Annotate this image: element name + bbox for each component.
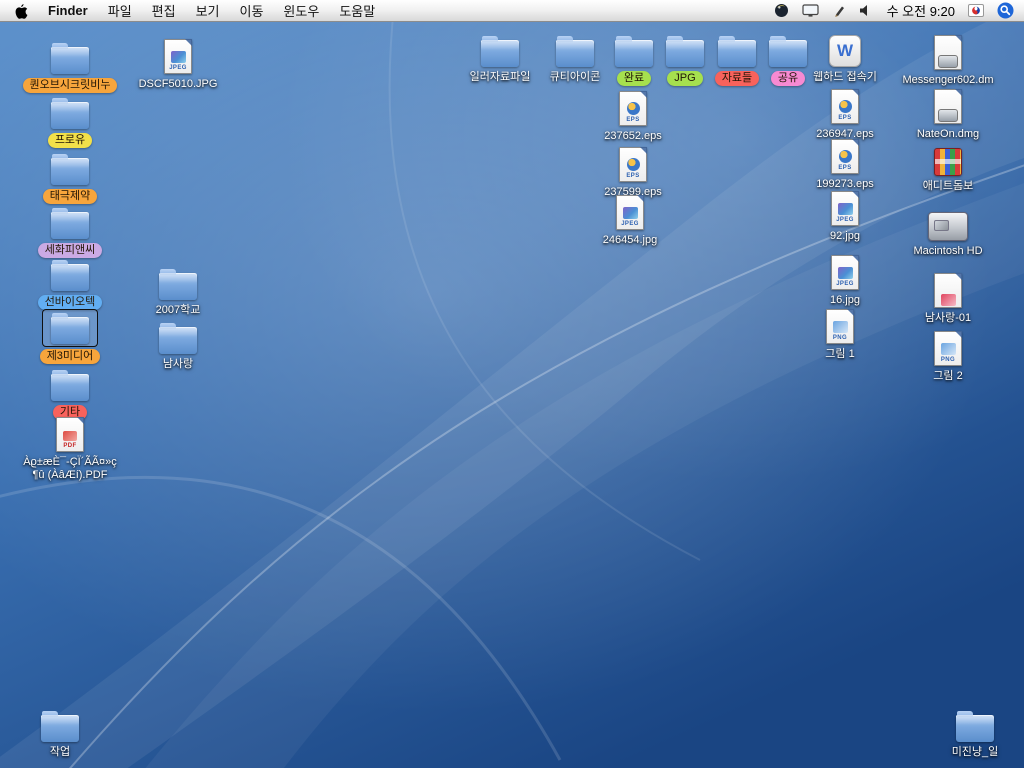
desktop-icon-eps[interactable]: EPS 236947.eps xyxy=(797,88,893,141)
menu-item-0[interactable]: 파일 xyxy=(98,4,142,19)
desktop-icon-eps[interactable]: EPS 237652.eps xyxy=(585,90,681,143)
desktop-icon-dmg[interactable]: NateOn.dmg xyxy=(900,88,996,141)
eps-icon: EPS xyxy=(611,90,655,128)
icon-label: 그림 1 xyxy=(825,348,854,361)
hd-icon xyxy=(920,205,976,243)
icon-label: 237652.eps xyxy=(604,130,662,143)
desktop[interactable]: 퀀오브시크릿비누 프로유 태극제약 세화피앤씨 선바이오텍 제3미디어 기타 P… xyxy=(0,0,1024,768)
icon-label: 프로유 xyxy=(48,133,92,148)
icon-label: 2007학교 xyxy=(156,304,201,317)
appw-icon: W xyxy=(821,31,869,69)
menu-item-4[interactable]: 윈도우 xyxy=(273,4,329,19)
menu-bar: Finder 파일편집보기이동윈도우도움말 xyxy=(0,0,1024,22)
png-icon: PNG xyxy=(926,330,970,368)
desktop-icon-appw[interactable]: W 웹하드 접속기 xyxy=(797,31,893,84)
apple-icon xyxy=(14,3,28,19)
menu-bar-left: Finder 파일편집보기이동윈도우도움말 xyxy=(10,1,385,20)
icon-label: 태극제약 xyxy=(43,189,97,204)
desktop-icon-eps[interactable]: EPS 199273.eps xyxy=(797,138,893,191)
icon-label: 92.jpg xyxy=(830,230,860,243)
gift-icon xyxy=(926,140,970,178)
icon-label: Macintosh HD xyxy=(913,245,982,258)
desktop-icon-folder[interactable]: 작업 xyxy=(12,706,108,759)
icon-label: 작업 xyxy=(50,746,70,759)
menu-item-3[interactable]: 이동 xyxy=(230,4,274,19)
dmg-icon xyxy=(926,88,970,126)
icon-label: 웹하드 접속기 xyxy=(813,71,877,84)
eps-icon: EPS xyxy=(823,138,867,176)
desktop-icon-folder[interactable]: 선바이오텍 xyxy=(22,255,118,310)
folder-icon xyxy=(151,318,205,356)
icon-label: 애디트돔보 xyxy=(923,180,974,193)
folder-icon xyxy=(43,149,97,187)
menu-item-5[interactable]: 도움말 xyxy=(329,4,385,19)
folder-icon xyxy=(43,93,97,131)
folder-icon xyxy=(43,365,97,403)
folder-icon xyxy=(948,706,1002,744)
desktop-icon-folder[interactable]: 2007학교 xyxy=(130,264,226,317)
folder-icon xyxy=(42,309,98,347)
desktop-icon-folder[interactable]: 태극제약 xyxy=(22,149,118,204)
png-icon: PNG xyxy=(818,308,862,346)
desktop-icon-imgdoc[interactable]: 남사랑-01 xyxy=(900,272,996,325)
icon-label: 선바이오텍 xyxy=(38,295,103,310)
desktop-icon-jpeg[interactable]: JPEG DSCF5010.JPG xyxy=(130,38,226,91)
app-menu-finder[interactable]: Finder xyxy=(38,3,98,18)
desktop-icon-pdf[interactable]: PDF Àϱ±æÈ¯-ÇÏ´ÃÃ¤»ç¶û (ÀâÆí).PDF xyxy=(22,416,118,482)
desktop-icon-hd[interactable]: Macintosh HD xyxy=(900,205,996,258)
jpeg-icon: JPEG xyxy=(608,194,652,232)
ink-orb-icon[interactable] xyxy=(774,3,789,18)
pen-icon[interactable] xyxy=(832,4,846,18)
desktop-icon-jpeg[interactable]: JPEG 246454.jpg xyxy=(582,194,678,247)
apple-menu[interactable] xyxy=(10,3,38,19)
desktop-icon-folder[interactable]: 기타 xyxy=(22,365,118,420)
icon-label: 246454.jpg xyxy=(603,234,657,247)
desktop-icon-gift[interactable]: 애디트돔보 xyxy=(900,140,996,193)
jpeg-icon: JPEG xyxy=(156,38,200,76)
folder-icon xyxy=(33,706,87,744)
volume-icon[interactable] xyxy=(859,4,874,17)
pdf-icon: PDF xyxy=(48,416,92,454)
desktop-icon-eps[interactable]: EPS 237599.eps xyxy=(585,146,681,199)
menu-item-2[interactable]: 보기 xyxy=(186,4,230,19)
jpeg-icon: JPEG xyxy=(823,190,867,228)
desktop-icon-jpeg[interactable]: JPEG 16.jpg xyxy=(797,254,893,307)
spotlight-icon[interactable] xyxy=(997,2,1014,19)
icon-label: Àϱ±æÈ¯-ÇÏ´ÃÃ¤»ç¶û (ÀâÆí).PDF xyxy=(23,456,117,482)
dmg-icon xyxy=(926,34,970,72)
imgdoc-icon xyxy=(926,272,970,310)
folder-icon xyxy=(43,255,97,293)
menu-bar-clock[interactable]: 수 오전 9:20 xyxy=(887,1,955,20)
icon-label: 미진냥_일 xyxy=(952,746,999,759)
folder-icon xyxy=(473,31,527,69)
desktop-icon-folder[interactable]: 프로유 xyxy=(22,93,118,148)
folder-icon xyxy=(43,38,97,76)
desktop-icon-png[interactable]: PNG 그림 1 xyxy=(792,308,888,361)
folder-icon xyxy=(43,203,97,241)
icon-label: 남사랑-01 xyxy=(925,312,971,325)
desktop-icon-folder[interactable]: 세화피앤씨 xyxy=(22,203,118,258)
icon-label: 일러자료파일 xyxy=(470,71,531,84)
menu-item-1[interactable]: 편집 xyxy=(142,4,186,19)
icon-label: 16.jpg xyxy=(830,294,860,307)
icon-label: DSCF5010.JPG xyxy=(139,78,218,91)
desktop-icon-folder[interactable]: 제3미디어 xyxy=(22,309,118,364)
menu-items: 파일편집보기이동윈도우도움말 xyxy=(98,1,385,20)
desktop-icon-jpeg[interactable]: JPEG 92.jpg xyxy=(797,190,893,243)
eps-icon: EPS xyxy=(823,88,867,126)
korean-flag-icon[interactable] xyxy=(968,4,984,17)
icon-label: 그림 2 xyxy=(933,370,962,383)
desktop-icon-folder[interactable]: 남사랑 xyxy=(130,318,226,371)
folder-icon xyxy=(151,264,205,302)
display-icon[interactable] xyxy=(802,4,819,18)
icon-label: 남사랑 xyxy=(163,358,193,371)
menu-bar-right: 수 오전 9:20 xyxy=(774,1,1014,20)
jpeg-icon: JPEG xyxy=(823,254,867,292)
eps-icon: EPS xyxy=(611,146,655,184)
desktop-icon-folder[interactable]: 미진냥_일 xyxy=(927,706,1023,759)
desktop-icon-folder[interactable]: 퀀오브시크릿비누 xyxy=(22,38,118,93)
icon-label: 퀀오브시크릿비누 xyxy=(23,78,118,93)
icon-label: 제3미디어 xyxy=(40,349,101,364)
desktop-icon-png[interactable]: PNG 그림 2 xyxy=(900,330,996,383)
